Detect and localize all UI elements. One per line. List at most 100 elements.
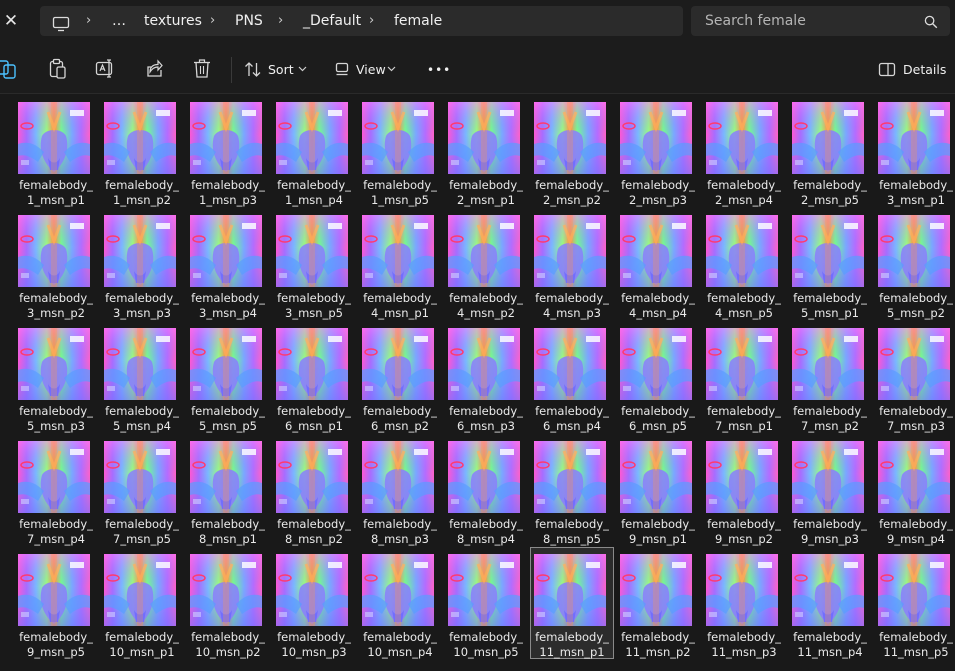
delete-icon[interactable] (193, 58, 211, 82)
file-name-line1: femalebody_ (191, 404, 265, 418)
breadcrumb-pns[interactable]: PNS (235, 6, 263, 36)
file-tile[interactable]: femalebody_ 1_msn_p1 (13, 96, 93, 207)
file-tile[interactable]: femalebody_ 8_msn_p2 (271, 435, 351, 546)
file-tile[interactable]: femalebody_ 8_msn_p1 (185, 435, 265, 546)
file-tile[interactable]: femalebody_ 10_msn_p2 (185, 548, 265, 659)
details-button[interactable]: Details (903, 60, 946, 80)
file-tile[interactable]: femalebody_ 8_msn_p5 (529, 435, 609, 546)
file-tile[interactable]: femalebody_ 8_msn_p3 (357, 435, 437, 546)
file-tile[interactable]: femalebody_ 3_msn_p3 (99, 209, 179, 320)
search-box[interactable]: Search female (691, 6, 950, 36)
file-tile[interactable]: femalebody_ 3_msn_p5 (271, 209, 351, 320)
file-tile[interactable]: femalebody_ 9_msn_p3 (787, 435, 867, 546)
file-tile[interactable]: femalebody_ 10_msn_p3 (271, 548, 351, 659)
file-name-line2: 10_msn_p1 (109, 645, 175, 659)
details-pane-icon[interactable] (878, 62, 896, 86)
search-icon[interactable] (924, 14, 938, 33)
file-tile[interactable]: femalebody_ 10_msn_p5 (443, 548, 523, 659)
file-tile[interactable]: femalebody_ 11_msn_p3 (701, 548, 781, 659)
rename-icon[interactable] (95, 58, 117, 82)
file-tile[interactable]: femalebody_ 6_msn_p1 (271, 322, 351, 433)
file-tile[interactable]: femalebody_ 8_msn_p4 (443, 435, 523, 546)
file-name-line2: 1_msn_p4 (285, 193, 343, 207)
chevron-down-icon[interactable] (387, 64, 396, 88)
file-tile[interactable]: femalebody_ 7_msn_p5 (99, 435, 179, 546)
file-name: femalebody_ 4_msn_p1 (357, 291, 443, 321)
view-icon[interactable] (334, 62, 350, 86)
file-tile[interactable]: femalebody_ 7_msn_p4 (13, 435, 93, 546)
file-tile[interactable]: femalebody_ 3_msn_p4 (185, 209, 265, 320)
sort-button[interactable]: Sort (268, 60, 294, 80)
file-tile[interactable]: femalebody_ 1_msn_p2 (99, 96, 179, 207)
normal-map-thumbnail (878, 554, 950, 626)
file-tile[interactable]: femalebody_ 9_msn_p1 (615, 435, 695, 546)
breadcrumb-textures[interactable]: textures (144, 6, 202, 36)
file-tile[interactable]: femalebody_ 1_msn_p5 (357, 96, 437, 207)
breadcrumb-default[interactable]: _Default (303, 6, 361, 36)
file-tile[interactable]: femalebody_ 2_msn_p1 (443, 96, 523, 207)
share-icon[interactable] (145, 58, 165, 82)
file-tile[interactable]: femalebody_ 7_msn_p3 (873, 322, 953, 433)
chevron-down-icon[interactable] (298, 64, 307, 88)
file-tile[interactable]: femalebody_ 5_msn_p3 (13, 322, 93, 433)
file-tile[interactable]: femalebody_ 9_msn_p4 (873, 435, 953, 546)
chevron-right-icon[interactable]: › (369, 6, 374, 36)
file-tile[interactable]: femalebody_ 2_msn_p5 (787, 96, 867, 207)
file-tile[interactable]: femalebody_ 2_msn_p2 (529, 96, 609, 207)
file-tile[interactable]: femalebody_ 11_msn_p5 (873, 548, 953, 659)
more-options-button[interactable]: ••• (427, 60, 451, 80)
file-tile[interactable]: femalebody_ 6_msn_p5 (615, 322, 695, 433)
chevron-right-icon[interactable]: › (278, 6, 283, 36)
chevron-right-icon[interactable]: › (210, 6, 215, 36)
normal-map-thumbnail (276, 102, 348, 174)
file-tile[interactable]: femalebody_ 4_msn_p3 (529, 209, 609, 320)
normal-map-thumbnail (18, 554, 90, 626)
file-name-line1: femalebody_ (449, 630, 523, 644)
file-tile[interactable]: femalebody_ 6_msn_p3 (443, 322, 523, 433)
normal-map-thumbnail (706, 441, 778, 513)
file-tile[interactable]: femalebody_ 10_msn_p1 (99, 548, 179, 659)
address-bar[interactable]: › … textures › PNS › _Default › female (40, 6, 683, 36)
file-tile[interactable]: femalebody_ 11_msn_p4 (787, 548, 867, 659)
file-tile[interactable]: femalebody_ 4_msn_p1 (357, 209, 437, 320)
file-tile[interactable]: femalebody_ 1_msn_p3 (185, 96, 265, 207)
file-tile[interactable]: femalebody_ 11_msn_p2 (615, 548, 695, 659)
view-button[interactable]: View (356, 60, 386, 80)
file-tile[interactable]: femalebody_ 4_msn_p4 (615, 209, 695, 320)
file-tile[interactable]: femalebody_ 7_msn_p2 (787, 322, 867, 433)
breadcrumb-overflow[interactable]: … (112, 6, 126, 36)
file-tile[interactable]: femalebody_ 9_msn_p5 (13, 548, 93, 659)
file-tile[interactable]: femalebody_ 5_msn_p5 (185, 322, 265, 433)
file-tile[interactable]: femalebody_ 11_msn_p1 (530, 547, 614, 659)
file-tile[interactable]: femalebody_ 10_msn_p4 (357, 548, 437, 659)
file-tile[interactable]: femalebody_ 5_msn_p2 (873, 209, 953, 320)
file-tile[interactable]: femalebody_ 1_msn_p4 (271, 96, 351, 207)
search-input[interactable]: Search female (705, 6, 915, 36)
file-tile[interactable]: femalebody_ 5_msn_p1 (787, 209, 867, 320)
chevron-right-icon[interactable]: › (86, 6, 91, 36)
file-tile[interactable]: femalebody_ 5_msn_p4 (99, 322, 179, 433)
file-name-line1: femalebody_ (363, 630, 437, 644)
file-name-line1: femalebody_ (879, 404, 953, 418)
file-tile[interactable]: femalebody_ 9_msn_p2 (701, 435, 781, 546)
close-button[interactable]: ✕ (3, 11, 19, 31)
file-tile[interactable]: femalebody_ 2_msn_p4 (701, 96, 781, 207)
file-name-line2: 2_msn_p3 (629, 193, 687, 207)
file-name-line1: femalebody_ (793, 630, 867, 644)
file-tile[interactable]: femalebody_ 3_msn_p1 (873, 96, 953, 207)
file-tile[interactable]: femalebody_ 4_msn_p5 (701, 209, 781, 320)
normal-map-thumbnail (534, 441, 606, 513)
copy-icon[interactable] (0, 58, 20, 82)
computer-icon[interactable] (52, 13, 70, 32)
file-tile[interactable]: femalebody_ 4_msn_p2 (443, 209, 523, 320)
file-name: femalebody_ 1_msn_p2 (99, 178, 185, 208)
file-tile[interactable]: femalebody_ 2_msn_p3 (615, 96, 695, 207)
file-grid[interactable]: femalebody_ 1_msn_p1 femalebody_ 1_msn_p2 (13, 96, 955, 671)
paste-icon[interactable] (48, 58, 68, 82)
file-tile[interactable]: femalebody_ 7_msn_p1 (701, 322, 781, 433)
file-tile[interactable]: femalebody_ 3_msn_p2 (13, 209, 93, 320)
sort-icon[interactable] (244, 61, 262, 85)
file-tile[interactable]: femalebody_ 6_msn_p2 (357, 322, 437, 433)
breadcrumb-female[interactable]: female (394, 6, 442, 36)
file-tile[interactable]: femalebody_ 6_msn_p4 (529, 322, 609, 433)
